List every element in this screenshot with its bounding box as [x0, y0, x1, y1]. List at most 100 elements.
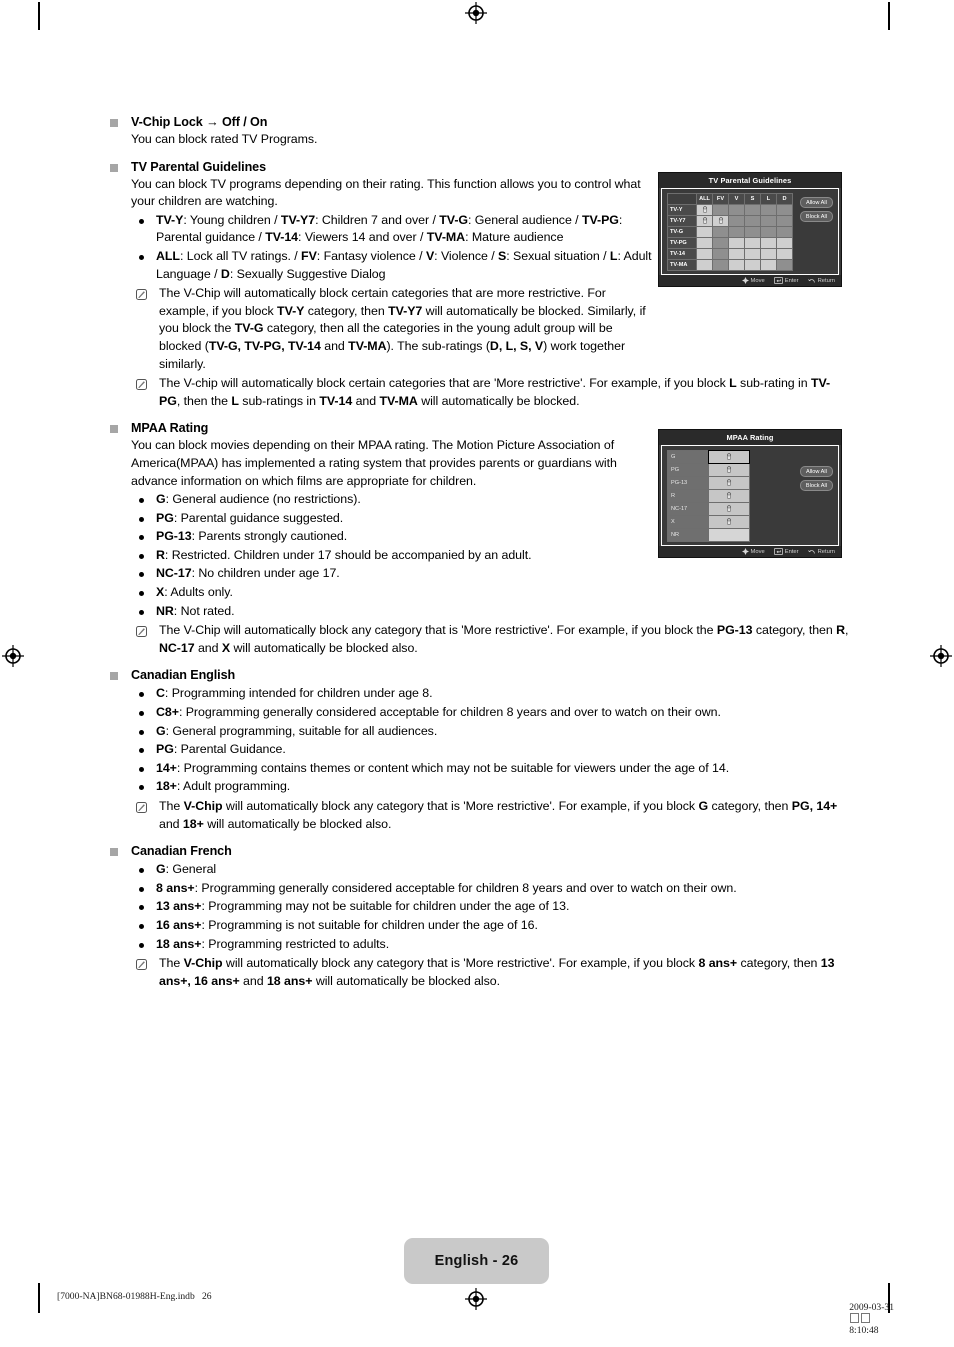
rating-cell[interactable]	[697, 260, 712, 270]
rating-cell[interactable]	[745, 216, 760, 226]
note-pencil-icon	[136, 289, 147, 301]
rating-cell[interactable]	[729, 216, 744, 226]
rating-cell[interactable]	[777, 260, 792, 270]
osd-title: MPAA Rating	[659, 430, 841, 445]
list-item-text: 14+: Programming contains themes or cont…	[156, 760, 730, 775]
print-time: 8:10:48	[849, 1325, 879, 1336]
rating-lock-cell[interactable]	[709, 464, 749, 476]
rating-lock-cell[interactable]	[709, 529, 749, 541]
rating-cell[interactable]	[761, 249, 776, 259]
rating-cell[interactable]	[697, 227, 712, 237]
list-item-text: G: General audience (no restrictions).	[156, 492, 361, 507]
allow-all-button[interactable]: Allow All	[799, 197, 833, 208]
rating-cell[interactable]	[777, 216, 792, 226]
rating-cell[interactable]	[777, 249, 792, 259]
rating-cell[interactable]	[713, 238, 728, 248]
osd-button-group: Allow All Block All	[794, 193, 833, 222]
lock-icon	[726, 478, 732, 486]
list-item-text: TV-Y: Young children / TV-Y7: Children 7…	[156, 212, 623, 245]
list-item-text: G: General programming, suitable for all…	[156, 723, 438, 738]
row-header: TV-MA	[668, 260, 696, 270]
lock-icon	[726, 465, 732, 473]
dot-bullet-icon	[139, 923, 144, 929]
table-row: TV-Y	[668, 205, 792, 215]
square-bullet-icon	[110, 425, 118, 434]
rating-lock-cell[interactable]	[708, 450, 750, 464]
rating-cell[interactable]	[761, 227, 776, 237]
rating-lock-cell[interactable]	[709, 516, 749, 528]
list-item: 13 ans+: Programming may not be suitable…	[131, 898, 850, 916]
section-title: Canadian French	[131, 844, 232, 859]
rating-cell[interactable]	[745, 238, 760, 248]
block-all-button[interactable]: Block All	[799, 480, 833, 491]
rating-cell[interactable]	[729, 260, 744, 270]
rating-cell[interactable]	[761, 260, 776, 270]
section-canadian-french: Canadian French G: General 8 ans+: Progr…	[110, 843, 850, 990]
hint-enter-label: Enter	[784, 277, 799, 284]
rating-cell[interactable]	[713, 227, 728, 237]
section-title: TV Parental Guidelines	[131, 159, 266, 174]
rating-cell[interactable]	[697, 216, 712, 226]
rating-cell[interactable]	[729, 249, 744, 259]
note-item: The V-chip will automatically block cert…	[131, 375, 850, 410]
section-vchip-lock: V-Chip Lock → Off / On You can block rat…	[110, 114, 850, 149]
rating-cell[interactable]	[713, 249, 728, 259]
rating-cell[interactable]	[729, 205, 744, 215]
list-item-text: PG: Parental Guidance.	[156, 742, 286, 757]
section-heading: Canadian French	[110, 843, 850, 860]
table-row: G	[668, 450, 750, 464]
rating-lock-cell[interactable]	[709, 503, 749, 515]
rating-cell[interactable]	[761, 205, 776, 215]
list-item-text: PG-13: Parents strongly cautioned.	[156, 529, 348, 544]
osd-tv-parental-guidelines: TV Parental Guidelines ALL FV V S L D TV-Y TV-Y…	[658, 172, 842, 287]
block-all-button[interactable]: Block All	[799, 211, 833, 222]
lock-icon	[726, 452, 732, 460]
rating-cell[interactable]	[697, 249, 712, 259]
lock-icon	[718, 216, 724, 224]
rating-cell[interactable]	[745, 249, 760, 259]
rating-cell[interactable]	[761, 216, 776, 226]
rating-cell[interactable]	[745, 205, 760, 215]
rating-cell[interactable]	[745, 260, 760, 270]
hint-move: Move	[741, 548, 765, 555]
section-paragraph: You can block TV programs depending on t…	[131, 176, 641, 209]
rating-label: G	[668, 451, 708, 463]
osd-button-group: Allow All Block All	[794, 450, 833, 491]
dot-bullet-icon	[139, 535, 144, 541]
rating-cell[interactable]	[729, 227, 744, 237]
hint-move: Move	[741, 277, 765, 284]
rating-cell[interactable]	[777, 227, 792, 237]
tv-rating-grid[interactable]: ALL FV V S L D TV-Y TV-Y7 TV-G TV-PG TV-14 TV-MA	[667, 193, 793, 271]
rating-cell[interactable]	[713, 205, 728, 215]
allow-all-button[interactable]: Allow All	[799, 466, 833, 477]
rating-cell[interactable]	[713, 216, 728, 226]
rating-cell[interactable]	[745, 227, 760, 237]
column-header: FV	[713, 194, 728, 204]
print-timestamp: 2009-03-31 8:10:48	[840, 1291, 894, 1347]
list-item: NR: Not rated.	[131, 603, 850, 621]
rating-cell[interactable]	[697, 238, 712, 248]
dot-bullet-icon	[139, 748, 144, 754]
rating-cell[interactable]	[729, 238, 744, 248]
rating-cell[interactable]	[697, 205, 712, 215]
list-item: 14+: Programming contains themes or cont…	[131, 760, 850, 778]
osd-body: ALL FV V S L D TV-Y TV-Y7 TV-G TV-PG TV-14 TV-MA Al…	[661, 188, 839, 275]
registration-mark-bottom	[465, 1288, 487, 1310]
rating-lock-cell[interactable]	[709, 490, 749, 502]
move-icon	[741, 548, 749, 555]
mpaa-rating-table[interactable]: G PG PG-13 R NC-17 X NR	[667, 450, 750, 542]
note-pencil-icon	[136, 626, 147, 638]
rating-lock-cell[interactable]	[709, 477, 749, 489]
list-item-text: PG: Parental guidance suggested.	[156, 510, 344, 525]
rating-cell[interactable]	[777, 205, 792, 215]
crop-mark-top-right	[888, 2, 890, 30]
dot-bullet-icon	[139, 516, 144, 522]
rating-cell[interactable]	[777, 238, 792, 248]
table-row: NC-17	[668, 503, 749, 515]
osd-title: TV Parental Guidelines	[659, 173, 841, 188]
dot-bullet-icon	[139, 942, 144, 948]
rating-cell[interactable]	[761, 238, 776, 248]
dot-bullet-icon	[139, 766, 144, 772]
dot-bullet-icon	[139, 886, 144, 892]
rating-cell[interactable]	[713, 260, 728, 270]
